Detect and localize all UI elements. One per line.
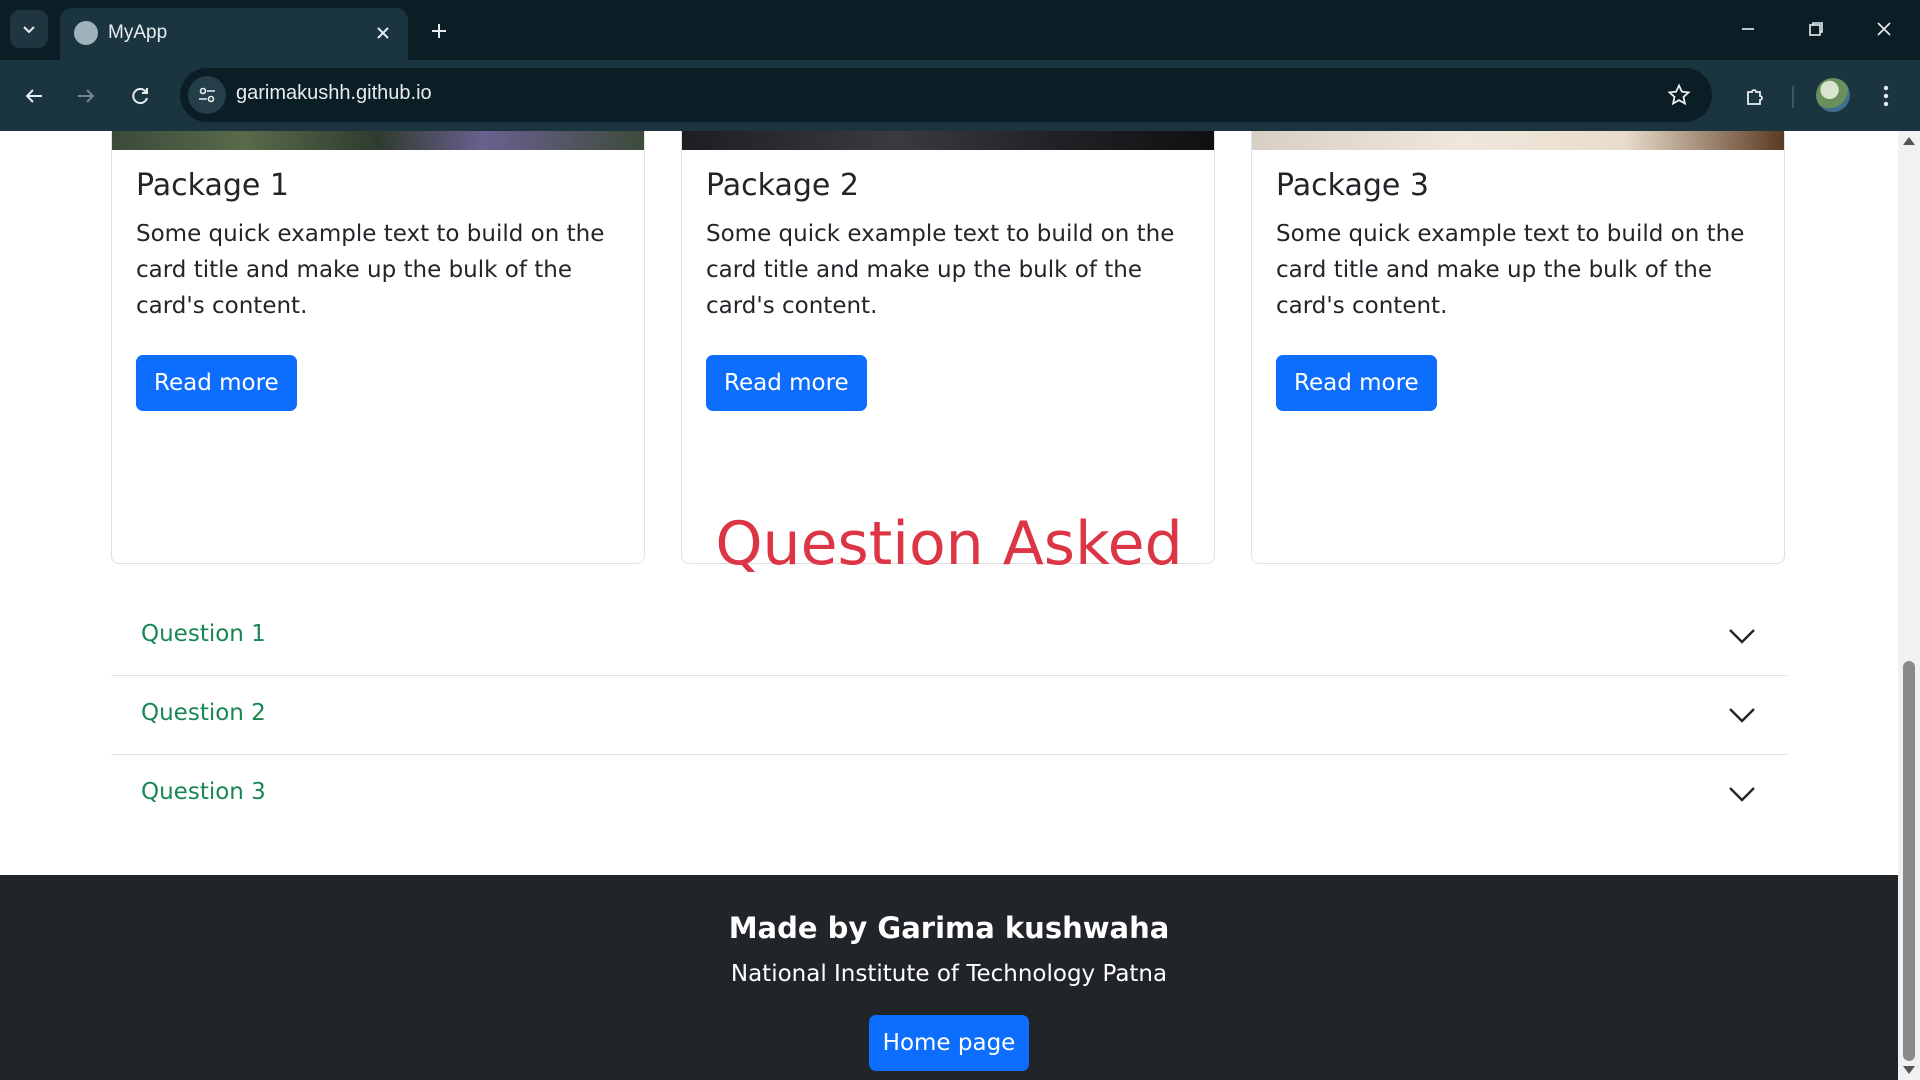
arrow-left-icon (25, 89, 42, 103)
star-icon (1667, 83, 1691, 106)
chevron-down-icon (1727, 700, 1757, 730)
page-footer: Made by Garima kushwaha National Institu… (0, 875, 1898, 1080)
site-info-button[interactable] (188, 76, 226, 114)
card-title: Package 2 (706, 168, 859, 203)
accordion-item[interactable]: Question 3 (111, 755, 1787, 834)
section-heading: Question Asked (715, 509, 1183, 579)
footer-subtitle: National Institute of Technology Patna (730, 961, 1168, 987)
close-icon (1877, 22, 1891, 36)
close-icon (377, 27, 389, 39)
globe-icon (74, 21, 98, 45)
tab-title: MyApp (108, 22, 168, 43)
browser-menu-button[interactable] (1868, 76, 1904, 116)
tab-search-button[interactable] (10, 10, 48, 48)
minimize-icon (1742, 28, 1754, 30)
chevron-down-icon (1727, 779, 1757, 809)
accordion-item[interactable]: Question 1 (111, 597, 1787, 676)
back-button[interactable] (14, 76, 54, 116)
browser-tab[interactable]: MyApp (60, 8, 408, 60)
page-viewport: Package 1 Some quick example text to bui… (0, 131, 1898, 1080)
card-image (1252, 131, 1784, 150)
scroll-up-icon[interactable] (1903, 137, 1915, 145)
read-more-button[interactable]: Read more (706, 355, 867, 411)
footer-title: Made by Garima kushwaha (728, 911, 1170, 945)
tab-strip: MyApp (0, 0, 1920, 60)
question-label: Question 2 (141, 700, 266, 726)
chevron-down-icon (23, 26, 35, 34)
reload-icon (132, 88, 148, 105)
card-image (682, 131, 1214, 150)
package-card: Package 2 Some quick example text to bui… (681, 131, 1215, 564)
bookmark-button[interactable] (1664, 80, 1694, 110)
profile-avatar[interactable] (1816, 78, 1850, 112)
card-title: Package 1 (136, 168, 289, 203)
faq-accordion: Question 1 Question 2 Question 3 (111, 597, 1787, 834)
address-bar[interactable]: garimakushh.github.io (180, 68, 1712, 122)
browser-toolbar: garimakushh.github.io (0, 60, 1920, 131)
package-card: Package 1 Some quick example text to bui… (111, 131, 645, 564)
card-text: Some quick example text to build on the … (1276, 221, 1745, 319)
more-vertical-icon (1883, 85, 1889, 107)
forward-button[interactable] (66, 76, 106, 116)
card-title: Package 3 (1276, 168, 1429, 203)
restore-button[interactable] (1788, 10, 1844, 48)
tune-icon (199, 87, 215, 103)
browser-chrome: MyApp garimakushh.github.io (0, 0, 1920, 131)
new-tab-button[interactable] (422, 14, 456, 48)
card-text: Some quick example text to build on the … (706, 221, 1175, 319)
read-more-button[interactable]: Read more (1276, 355, 1437, 411)
read-more-button[interactable]: Read more (136, 355, 297, 411)
package-card: Package 3 Some quick example text to bui… (1251, 131, 1785, 564)
toolbar-divider (1792, 86, 1794, 108)
arrow-right-icon (78, 89, 95, 103)
extensions-button[interactable] (1736, 76, 1776, 116)
url-text: garimakushh.github.io (236, 82, 432, 104)
plus-icon (432, 24, 446, 38)
question-label: Question 3 (141, 779, 266, 805)
scroll-down-icon[interactable] (1903, 1066, 1915, 1074)
home-page-button[interactable]: Home page (869, 1015, 1029, 1071)
card-image (112, 131, 644, 150)
accordion-item[interactable]: Question 2 (111, 676, 1787, 755)
tab-close-button[interactable] (370, 20, 396, 46)
chevron-down-icon (1727, 621, 1757, 651)
close-window-button[interactable] (1856, 10, 1912, 48)
minimize-button[interactable] (1720, 10, 1776, 48)
scrollbar-thumb[interactable] (1903, 661, 1915, 1061)
reload-button[interactable] (120, 76, 160, 116)
puzzle-icon (1747, 89, 1763, 105)
page-scrollbar[interactable] (1898, 131, 1920, 1080)
card-text: Some quick example text to build on the … (136, 221, 605, 319)
question-label: Question 1 (141, 621, 266, 647)
restore-icon (1809, 22, 1823, 36)
